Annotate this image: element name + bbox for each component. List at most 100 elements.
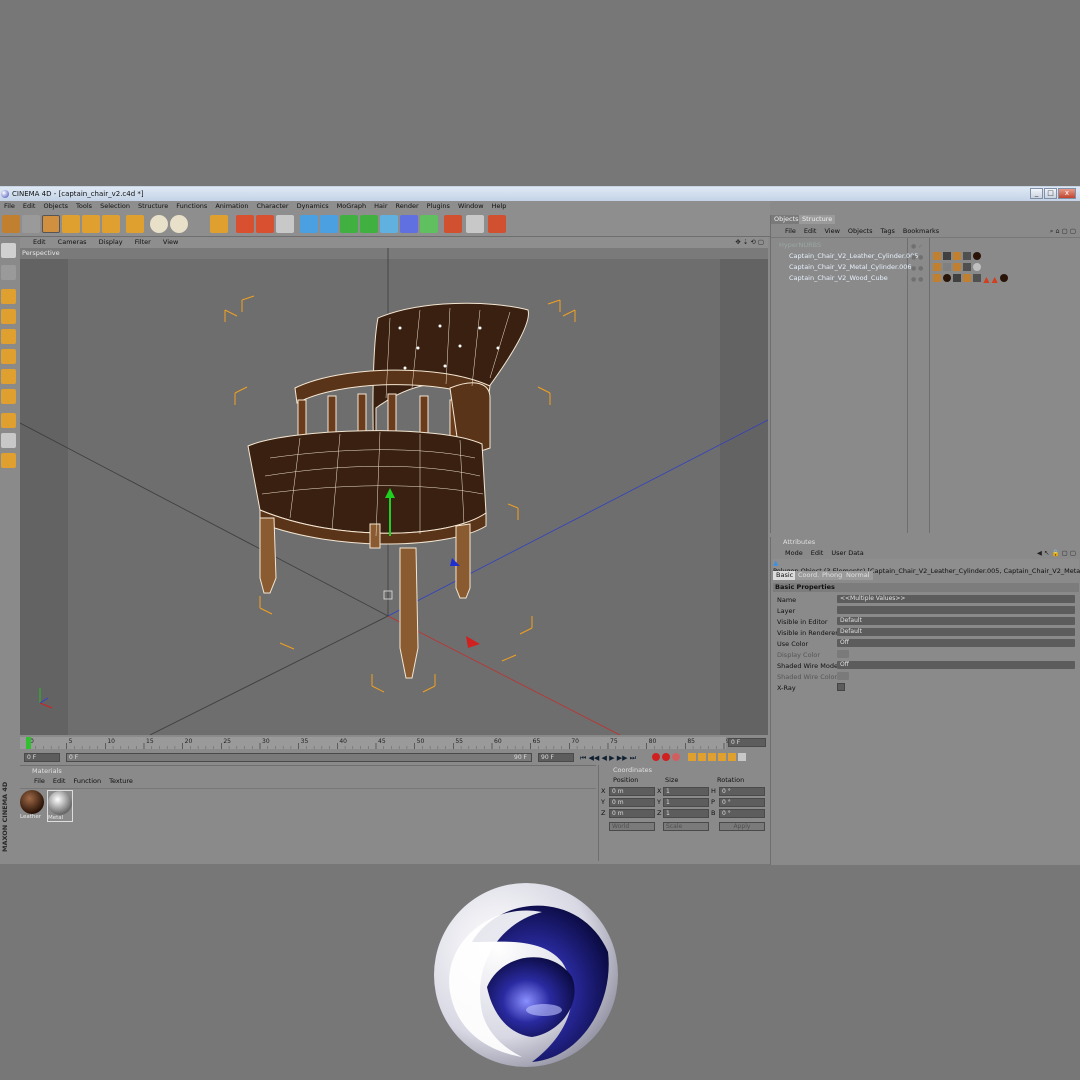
minimize-button[interactable]: _ [1030, 188, 1043, 199]
nurbs-icon[interactable] [340, 215, 358, 233]
visibility-dots[interactable]: ● ✓ ● ● ● ● ● ● [911, 241, 923, 285]
points-mode-icon[interactable] [1, 329, 16, 344]
render-view-icon[interactable] [236, 215, 254, 233]
viewport-menu-cameras[interactable]: Cameras [53, 238, 92, 246]
camera-icon[interactable] [420, 215, 438, 233]
menu-plugins[interactable]: Plugins [423, 201, 454, 212]
polygons-mode-icon[interactable] [1, 369, 16, 384]
materials-menu-function[interactable]: Function [73, 777, 101, 785]
menu-tools[interactable]: Tools [72, 201, 96, 212]
viewport-menu-display[interactable]: Display [94, 238, 128, 246]
viewport-nav-icons[interactable]: ✥ ⇣ ⟲ ▢ [735, 237, 764, 248]
layout-icon[interactable] [488, 215, 506, 233]
object-row-leather[interactable]: Captain_Chair_V2_Leather_Cylinder.005 [789, 252, 918, 260]
object-row-wood[interactable]: Captain_Chair_V2_Wood_Cube [789, 274, 888, 282]
size-x-field[interactable]: 1 [663, 787, 709, 796]
object-row-hypernurbs[interactable]: HyperNURBS [779, 241, 821, 249]
tags-metal[interactable] [933, 263, 993, 271]
model-mode-icon[interactable] [1, 289, 16, 304]
menu-animation[interactable]: Animation [211, 201, 252, 212]
x-ray-checkbox[interactable] [837, 683, 845, 691]
deformer-icon[interactable] [380, 215, 398, 233]
menu-edit[interactable]: Edit [19, 201, 40, 212]
visible-in-editor-dropdown[interactable]: Default [837, 617, 1075, 625]
start-frame-field[interactable]: 0 F [24, 753, 60, 762]
pos-y-field[interactable]: 0 m [609, 798, 655, 807]
axis-mode-icon[interactable] [1, 309, 16, 324]
layer-field[interactable] [837, 606, 1075, 614]
array-icon[interactable] [360, 215, 378, 233]
end-frame-field[interactable]: 90 F [538, 753, 574, 762]
menu-help[interactable]: Help [488, 201, 511, 212]
tab-structure[interactable]: Structure [799, 215, 836, 224]
materials-menu-edit[interactable]: Edit [53, 777, 66, 785]
scale-tool-icon[interactable] [82, 215, 100, 233]
rot-h-field[interactable]: 0 ° [719, 787, 765, 796]
cube-primitive-icon[interactable] [300, 215, 318, 233]
tab-phong[interactable]: Phong [819, 571, 846, 580]
texture-mode-icon[interactable] [1, 265, 16, 280]
render-picture-viewer-icon[interactable] [256, 215, 274, 233]
tab-basic[interactable]: Basic [773, 571, 797, 580]
tab-normal[interactable]: Normal [843, 571, 873, 580]
edges-mode-icon[interactable] [1, 349, 16, 364]
objects-menu-edit[interactable]: Edit [804, 227, 817, 235]
enable-axis-icon[interactable] [1, 413, 16, 428]
timeline[interactable]: 051015202530354045505560657075808590 0 F [20, 735, 768, 751]
menu-objects[interactable]: Objects [39, 201, 72, 212]
uv-mode-icon[interactable] [1, 389, 16, 404]
menu-functions[interactable]: Functions [172, 201, 211, 212]
menu-character[interactable]: Character [252, 201, 292, 212]
objects-menu-bookmarks[interactable]: Bookmarks [903, 227, 939, 235]
attributes-menu-mode[interactable]: Mode [785, 549, 803, 557]
light-icon[interactable] [444, 215, 462, 233]
tags-leather[interactable] [933, 252, 993, 260]
shaded-wire-mode-dropdown[interactable]: Off [837, 661, 1075, 669]
tweak-icon[interactable] [1, 433, 16, 448]
current-frame-field[interactable]: 0 F [728, 738, 766, 747]
use-color-dropdown[interactable]: Off [837, 639, 1075, 647]
keyframe-mode-icons[interactable] [688, 753, 766, 763]
menu-hair[interactable]: Hair [370, 201, 391, 212]
world-dropdown[interactable]: World [609, 822, 655, 831]
scale-dropdown[interactable]: Scale [663, 822, 709, 831]
make-editable-icon[interactable] [1, 243, 16, 258]
redo-icon[interactable] [22, 215, 40, 233]
size-y-field[interactable]: 1 [663, 798, 709, 807]
x-axis-icon[interactable] [150, 215, 168, 233]
menu-file[interactable]: File [0, 201, 19, 212]
objects-menu-tags[interactable]: Tags [880, 227, 894, 235]
close-button[interactable]: x [1058, 188, 1076, 199]
material-leather[interactable]: Leather [20, 790, 46, 822]
viewport-menu-edit[interactable]: Edit [28, 238, 51, 246]
snap-icon[interactable] [1, 453, 16, 468]
objects-menu-objects[interactable]: Objects [848, 227, 873, 235]
tab-objects[interactable]: Objects [771, 215, 802, 224]
maximize-button[interactable]: □ [1044, 188, 1057, 199]
menu-structure[interactable]: Structure [134, 201, 172, 212]
attributes-menu-user-data[interactable]: User Data [831, 549, 863, 557]
z-axis-icon[interactable] [190, 215, 208, 233]
material-metal[interactable]: Metal [47, 790, 73, 822]
rot-b-field[interactable]: 0 ° [719, 809, 765, 818]
coordinate-system-icon[interactable] [210, 215, 228, 233]
objects-search-icon[interactable]: ⌕ ⌂ ▢ ▢ [1050, 227, 1076, 236]
size-z-field[interactable]: 1 [663, 809, 709, 818]
rotate-tool-icon[interactable] [102, 215, 120, 233]
record-keys-icons[interactable] [652, 753, 682, 763]
materials-menu-texture[interactable]: Texture [109, 777, 133, 785]
calculator-icon[interactable] [466, 215, 484, 233]
attributes-menu-edit[interactable]: Edit [811, 549, 824, 557]
menu-window[interactable]: Window [454, 201, 488, 212]
object-row-metal[interactable]: Captain_Chair_V2_Metal_Cylinder.006 [789, 263, 912, 271]
scene-icon[interactable] [400, 215, 418, 233]
attributes-nav-icons[interactable]: ◀ ↖ 🔒 ▢ ▢ [1037, 549, 1076, 557]
spline-icon[interactable] [320, 215, 338, 233]
y-axis-icon[interactable] [170, 215, 188, 233]
menu-selection[interactable]: Selection [96, 201, 134, 212]
render-settings-icon[interactable] [276, 215, 294, 233]
undo-icon[interactable] [2, 215, 20, 233]
tags-wood[interactable]: ▲ ▲ [933, 274, 1033, 284]
live-selection-icon[interactable] [42, 215, 60, 233]
apply-button[interactable]: Apply [719, 822, 765, 831]
